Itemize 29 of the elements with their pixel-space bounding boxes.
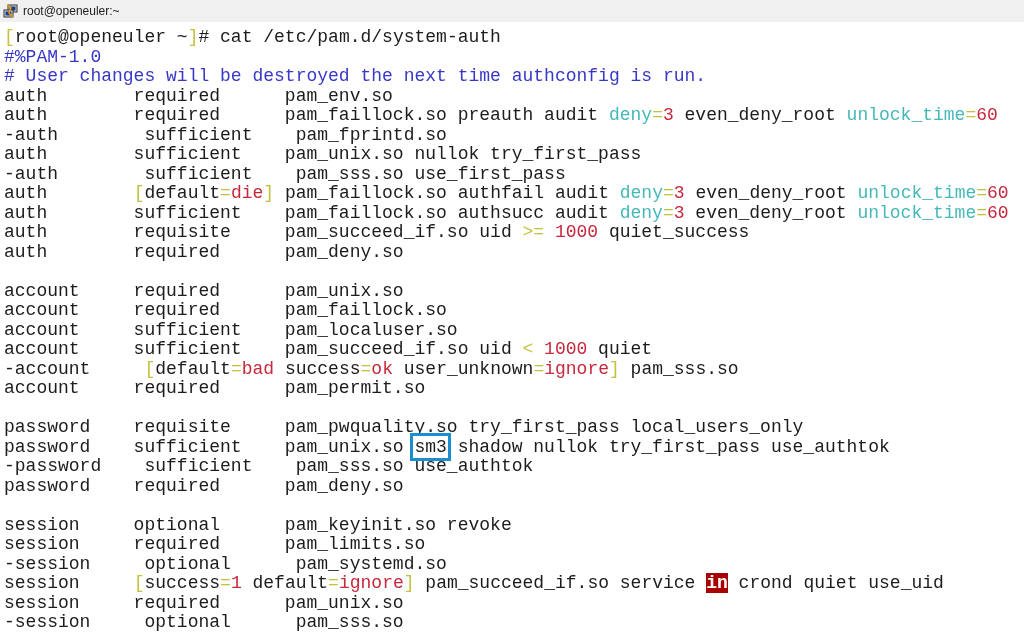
- terminal-line: auth sufficient pam_faillock.so authsucc audit deny=3 even_deny_root unlock_time=60: [4, 203, 1009, 223]
- terminal-line: auth required pam_env.so: [4, 86, 393, 106]
- terminal-line: -auth sufficient pam_sss.so use_first_pass: [4, 164, 566, 184]
- terminal-line: -password sufficient pam_sss.so use_authtok: [4, 457, 534, 477]
- terminal-line: password required pam_deny.so: [4, 476, 404, 496]
- terminal-line: session required pam_unix.so: [4, 593, 404, 613]
- terminal-line: #%PAM-1.0: [4, 47, 102, 67]
- terminal-line: auth sufficient pam_unix.so nullok try_first_pass: [4, 145, 642, 165]
- terminal-line: auth required pam_deny.so: [4, 242, 404, 262]
- terminal-line: -session optional pam_systemd.so: [4, 554, 447, 574]
- terminal-line: -session optional pam_sss.so: [4, 613, 404, 633]
- window-title: root@openeuler:~: [23, 4, 120, 18]
- terminal-line: session required pam_limits.so: [4, 535, 426, 555]
- terminal-line: password requisite pam_pwquality.so try_first_pass local_users_only: [4, 418, 804, 438]
- terminal-line: account required pam_unix.so: [4, 281, 404, 301]
- terminal-line: session optional pam_keyinit.so revoke: [4, 515, 512, 535]
- terminal-line: auth [default=die] pam_faillock.so authfail audit deny=3 even_deny_root unlock_time=60: [4, 184, 1009, 204]
- terminal-line: -account [default=bad success=ok user_unknown=ignore] pam_sss.so: [4, 359, 739, 379]
- terminal-line: account required pam_faillock.so: [4, 301, 447, 321]
- terminal-line: # User changes will be destroyed the next time authconfig is run.: [4, 67, 707, 87]
- terminal-line: auth required pam_faillock.so preauth audit deny=3 even_deny_root unlock_time=60: [4, 106, 998, 126]
- terminal-line: account required pam_permit.so: [4, 379, 426, 399]
- terminal-line: account sufficient pam_succeed_if.so uid < 1000 quiet: [4, 340, 653, 360]
- terminal-line: session [success=1 default=ignore] pam_succeed_if.so service in crond quiet use_uid: [4, 574, 944, 594]
- terminal-line: -auth sufficient pam_fprintd.so: [4, 125, 447, 145]
- terminal-line: account sufficient pam_localuser.so: [4, 320, 458, 340]
- terminal-line: auth requisite pam_succeed_if.so uid >= 1000 quiet_success: [4, 223, 750, 243]
- terminal-computer-icon: [3, 3, 18, 19]
- terminal-line: [root@openeuler ~]# cat /etc/pam.d/system-auth: [4, 28, 501, 48]
